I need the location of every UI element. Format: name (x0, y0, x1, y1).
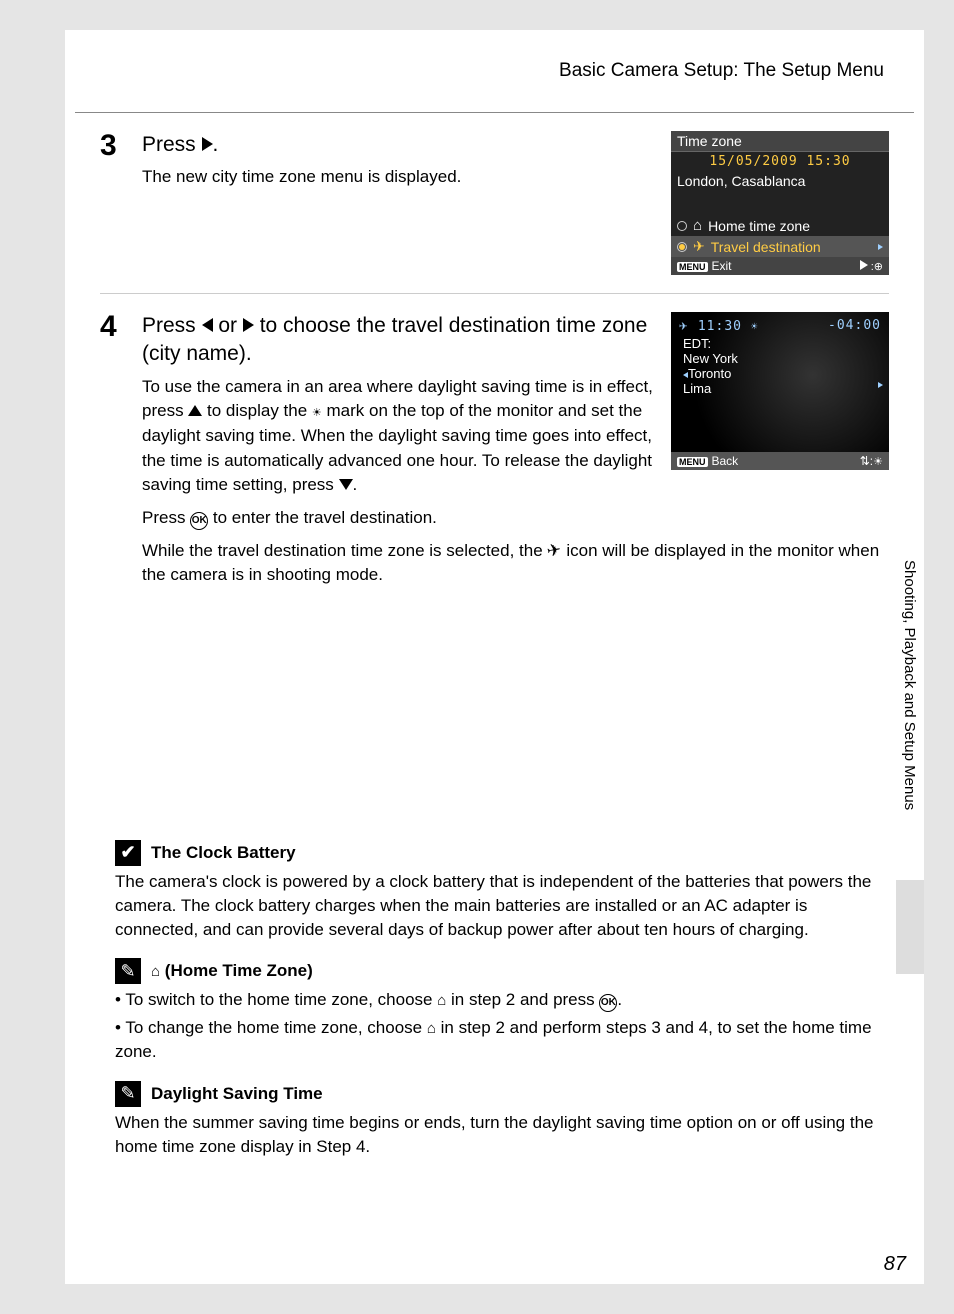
lcd-travel-option: ✈ Travel destination (671, 236, 889, 257)
p2a: Press (142, 508, 190, 527)
plane-icon: ✈ (679, 318, 698, 334)
breadcrumb: Basic Camera Setup: The Setup Menu (65, 60, 924, 82)
lcd2-offset: -04:00 (828, 318, 881, 334)
step-4: 4 Press or to choose the travel destinat… (100, 294, 889, 614)
home-title: (Home Time Zone) (160, 961, 313, 980)
radio-unselected-icon (677, 221, 687, 231)
note-icon (115, 1081, 141, 1107)
step-4-para3: While the travel destination time zone i… (142, 539, 889, 588)
t4p1: Press (142, 314, 202, 337)
step-number: 4 (100, 312, 124, 596)
list-item: To change the home time zone, choose ⌂ i… (115, 1016, 874, 1064)
lcd2-tzname: EDT: (671, 336, 889, 351)
home-icon: ⌂ (427, 1020, 436, 1037)
list-item: To switch to the home time zone, choose … (115, 988, 874, 1012)
lcd-home-option: ⌂ Home time zone (671, 215, 889, 236)
note-clock-battery-heading: ✔ The Clock Battery (115, 840, 874, 866)
note-icon (115, 958, 141, 984)
dst-icon: ☀ (751, 320, 759, 333)
lcd2-back-label: Back (712, 454, 739, 468)
right-arrow-small-icon (878, 382, 883, 388)
right-arrow-icon (202, 137, 213, 151)
content-area: 3 Press . The new city time zone menu is… (75, 112, 914, 1159)
p3a: While the travel destination time zone i… (142, 541, 547, 560)
step-3: 3 Press . The new city time zone menu is… (100, 113, 889, 294)
lcd-exit-label: Exit (712, 259, 732, 273)
lcd2-city: Toronto (671, 366, 889, 381)
menu-badge-icon: MENU (677, 457, 708, 467)
p1d: . (353, 475, 358, 494)
home-icon: ⌂ (151, 963, 160, 980)
lcd2-city: Lima (671, 381, 889, 396)
lcd2-footer: MENU Back ⇅:☀ (671, 452, 889, 470)
step-3-title: Press . (142, 131, 653, 159)
lcd-worldmap: ✈ 11:30 ☀ -04:00 EDT: New York Toronto L… (671, 312, 889, 470)
left-arrow-icon (202, 318, 213, 332)
home-icon: ⌂ (437, 992, 446, 1009)
dst-title: Daylight Saving Time (151, 1084, 323, 1104)
li1a: To switch to the home time zone, choose (125, 990, 437, 1009)
dst-icon: ☀ (312, 407, 322, 419)
updown-dst-icon: ⇅:☀ (860, 454, 883, 468)
up-arrow-icon (188, 405, 202, 416)
step-3-body: The new city time zone menu is displayed… (142, 165, 653, 190)
lcd2-city2-label: Toronto (688, 366, 731, 381)
step-4-para1: To use the camera in an area where dayli… (142, 375, 653, 498)
notes-section: ✔ The Clock Battery The camera's clock i… (100, 840, 889, 1159)
p2b: to enter the travel destination. (208, 508, 437, 527)
note-dst-heading: Daylight Saving Time (115, 1081, 874, 1107)
lcd2-city: New York (671, 351, 889, 366)
lcd2-time: 11:30 (698, 319, 742, 334)
p1b: to display the (202, 401, 312, 420)
globe-icon: :⊕ (868, 261, 883, 273)
lcd-travel-label: Travel destination (711, 239, 821, 255)
right-arrow-small-icon (878, 244, 883, 250)
step3-title-post: . (213, 133, 219, 156)
step-4-para2: Press OK to enter the travel destination… (142, 506, 889, 531)
ok-button-icon: OK (599, 994, 617, 1012)
li2a: To change the home time zone, choose (125, 1018, 426, 1037)
caution-icon: ✔ (115, 840, 141, 866)
step-number: 3 (100, 131, 124, 275)
lcd-city: London, Casablanca (671, 171, 889, 191)
page-number: 87 (884, 1253, 906, 1276)
right-arrow-white-icon (860, 260, 868, 270)
li1c: . (617, 990, 622, 1009)
lcd-title: Time zone (671, 131, 889, 152)
side-tab-marker (896, 880, 924, 974)
lcd-home-label: Home time zone (708, 218, 810, 234)
right-arrow-icon (243, 318, 254, 332)
step-4-title: Press or to choose the travel destinatio… (142, 312, 653, 369)
li1b: in step 2 and press (446, 990, 599, 1009)
clock-title: The Clock Battery (151, 843, 296, 863)
ok-button-icon: OK (190, 512, 208, 530)
lcd-timezone-menu: Time zone 15/05/2009 15:30 London, Casab… (671, 131, 889, 275)
note-dst-text: When the summer saving time begins or en… (115, 1111, 874, 1159)
note-home-list: To switch to the home time zone, choose … (115, 988, 874, 1064)
note-clock-battery-text: The camera's clock is powered by a clock… (115, 870, 874, 942)
side-tab-label: Shooting, Playback and Setup Menus (895, 530, 924, 840)
lcd-datetime: 15/05/2009 15:30 (671, 152, 889, 171)
t4p2: or (213, 314, 243, 337)
step3-title-pre: Press (142, 133, 202, 156)
note-home-zone-heading: ⌂ (Home Time Zone) (115, 958, 874, 984)
down-arrow-icon (339, 479, 353, 490)
lcd-footer: MENU Exit :⊕ (671, 257, 889, 275)
plane-icon: ✈ (693, 238, 705, 255)
manual-page: Basic Camera Setup: The Setup Menu 3 Pre… (65, 30, 924, 1284)
home-icon: ⌂ (693, 217, 702, 234)
menu-badge-icon: MENU (677, 262, 708, 272)
radio-selected-icon (677, 242, 687, 252)
